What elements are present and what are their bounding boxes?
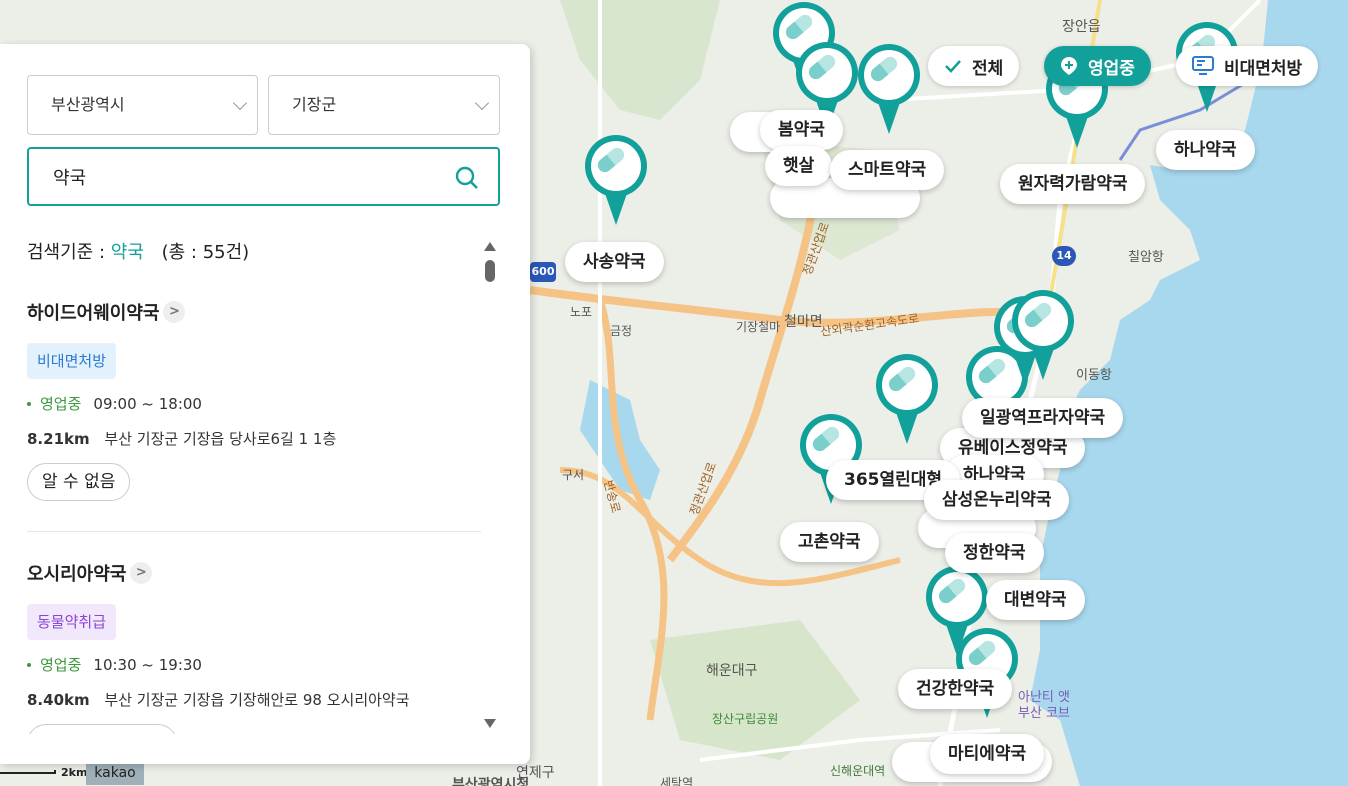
list-item[interactable]: 오시리아약국 > 동물약취급 영업중 10:30 ~ 19:30 8.40km … bbox=[27, 560, 481, 734]
map-place-label: 칠암항 bbox=[1128, 250, 1164, 265]
map-place-label: 금정 bbox=[610, 324, 633, 338]
scale-text: 2km bbox=[61, 766, 88, 779]
map-place-label: 구서 bbox=[562, 468, 585, 482]
location-plus-icon bbox=[1060, 56, 1078, 76]
pharmacy-pin[interactable] bbox=[876, 354, 938, 446]
chevron-down-icon bbox=[232, 95, 248, 111]
status-badge: 비대면처방 bbox=[27, 343, 117, 379]
filter-all-label: 전체 bbox=[972, 58, 1004, 79]
pharmacy-label[interactable]: 고촌약국 bbox=[780, 522, 879, 562]
filter-open-button[interactable]: 영업중 bbox=[1044, 46, 1151, 86]
search-icon[interactable] bbox=[454, 165, 480, 191]
filter-telemed-button[interactable]: 비대면처방 bbox=[1176, 46, 1319, 86]
pharmacy-name-row[interactable]: 하이드어웨이약국 > bbox=[27, 299, 481, 325]
open-hours: 10:30 ~ 19:30 bbox=[93, 655, 202, 674]
filter-open-label: 영업중 bbox=[1088, 58, 1135, 79]
address-row: 8.40km 부산 기장군 기장읍 기장해안로 98 오시리아약국 bbox=[27, 689, 481, 710]
chevron-right-icon[interactable]: > bbox=[163, 301, 186, 323]
chevron-right-icon[interactable]: > bbox=[130, 562, 153, 584]
search-panel: 부산광역시 기장군 검색기준 : 약국 (총 : 55건) 하이드어웨이약국 >… bbox=[0, 44, 530, 764]
pharmacy-label[interactable]: 햇살 bbox=[765, 146, 833, 186]
pharmacy-label[interactable]: 정한약국 bbox=[945, 533, 1044, 573]
district-select[interactable]: 기장군 bbox=[268, 75, 500, 135]
distance: 8.40km bbox=[27, 691, 90, 709]
check-icon bbox=[944, 59, 962, 73]
map-place-label: 노포 bbox=[570, 305, 593, 319]
road-badge-14: 14 bbox=[1052, 246, 1076, 266]
pharmacy-label[interactable]: 일광역프라자약국 bbox=[962, 398, 1124, 438]
map-place-label: 부산 코브 bbox=[1018, 706, 1070, 721]
pharmacy-name[interactable]: 오시리아약국 bbox=[27, 560, 126, 586]
pharmacy-label[interactable]: 마티에약국 bbox=[930, 734, 1045, 774]
map-place-label: 세탁역 bbox=[660, 776, 694, 786]
map-place-label: 장안읍 bbox=[1062, 19, 1101, 35]
address-row: 8.21km 부산 기장군 기장읍 당사로6길 1 1층 bbox=[27, 428, 481, 449]
map-place-label: 이동항 bbox=[1076, 368, 1112, 383]
scroll-up-icon[interactable] bbox=[484, 242, 496, 251]
kakao-logo: kakao bbox=[86, 761, 144, 785]
address: 부산 기장군 기장읍 기장해안로 98 오시리아약국 bbox=[104, 691, 410, 709]
pharmacy-label[interactable]: 봄약국 bbox=[760, 110, 843, 150]
scroll-thumb[interactable] bbox=[485, 260, 495, 282]
road-badge-600: 600 bbox=[530, 262, 556, 282]
scale-bar bbox=[0, 770, 56, 774]
status-badge: 동물약취급 bbox=[27, 604, 117, 640]
search-box bbox=[27, 147, 500, 206]
search-input[interactable] bbox=[53, 163, 433, 191]
pharmacy-pin[interactable] bbox=[1012, 290, 1074, 382]
pharmacy-label[interactable]: 사송약국 bbox=[565, 242, 664, 282]
map-place-label: 철마면 bbox=[784, 314, 823, 330]
pharmacy-name[interactable]: 하이드어웨이약국 bbox=[27, 299, 159, 325]
pharmacy-label[interactable]: 삼성온누리약국 bbox=[924, 480, 1070, 520]
phone-button[interactable]: 051-943-9462 bbox=[27, 724, 178, 734]
pharmacy-pin[interactable] bbox=[858, 44, 920, 136]
list-item[interactable]: 하이드어웨이약국 > 비대면처방 영업중 09:00 ~ 18:00 8.21k… bbox=[27, 299, 481, 532]
map-place-label: 부산광역시청 bbox=[452, 777, 530, 786]
criteria-total: (총 : 55건) bbox=[161, 242, 250, 263]
distance: 8.21km bbox=[27, 430, 90, 448]
monitor-icon bbox=[1192, 56, 1214, 76]
city-select[interactable]: 부산광역시 bbox=[27, 75, 258, 135]
pharmacy-label[interactable]: 원자력가람약국 bbox=[1000, 164, 1146, 204]
hours-row: 영업중 09:00 ~ 18:00 bbox=[27, 393, 481, 414]
open-status: 영업중 bbox=[40, 656, 82, 674]
pharmacy-label[interactable]: 하나약국 bbox=[1156, 130, 1255, 170]
pharmacy-label[interactable]: 대변약국 bbox=[986, 580, 1085, 620]
status-dot bbox=[27, 401, 31, 406]
status-dot bbox=[27, 662, 31, 667]
scrollbar[interactable] bbox=[482, 240, 498, 730]
district-select-value: 기장군 bbox=[292, 95, 337, 114]
hours-row: 영업중 10:30 ~ 19:30 bbox=[27, 654, 481, 675]
map-place-label: 기장철마 bbox=[736, 320, 781, 334]
open-hours: 09:00 ~ 18:00 bbox=[93, 394, 202, 413]
pharmacy-name-row[interactable]: 오시리아약국 > bbox=[27, 560, 481, 586]
scroll-down-icon[interactable] bbox=[484, 719, 496, 728]
result-list[interactable]: 하이드어웨이약국 > 비대면처방 영업중 09:00 ~ 18:00 8.21k… bbox=[27, 289, 481, 734]
map-place-label: 장산구립공원 bbox=[712, 712, 779, 726]
criteria-label: 검색기준 : bbox=[27, 242, 106, 263]
filter-all-button[interactable]: 전체 bbox=[928, 46, 1020, 86]
map-place-label: 신해운대역 bbox=[830, 764, 886, 778]
pharmacy-label[interactable]: 스마트약국 bbox=[830, 150, 945, 190]
search-criteria: 검색기준 : 약국 (총 : 55건) bbox=[27, 238, 249, 264]
chevron-down-icon bbox=[474, 95, 490, 111]
filter-telemed-label: 비대면처방 bbox=[1224, 58, 1303, 79]
city-select-value: 부산광역시 bbox=[51, 95, 125, 114]
open-status: 영업중 bbox=[40, 395, 82, 413]
phone-button[interactable]: 알 수 없음 bbox=[27, 463, 131, 501]
address: 부산 기장군 기장읍 당사로6길 1 1층 bbox=[104, 430, 337, 448]
pharmacy-label[interactable]: 건강한약국 bbox=[898, 669, 1013, 709]
criteria-keyword: 약국 bbox=[110, 242, 144, 263]
map-place-label: 해운대구 bbox=[706, 663, 758, 679]
pharmacy-pin[interactable] bbox=[585, 135, 647, 227]
